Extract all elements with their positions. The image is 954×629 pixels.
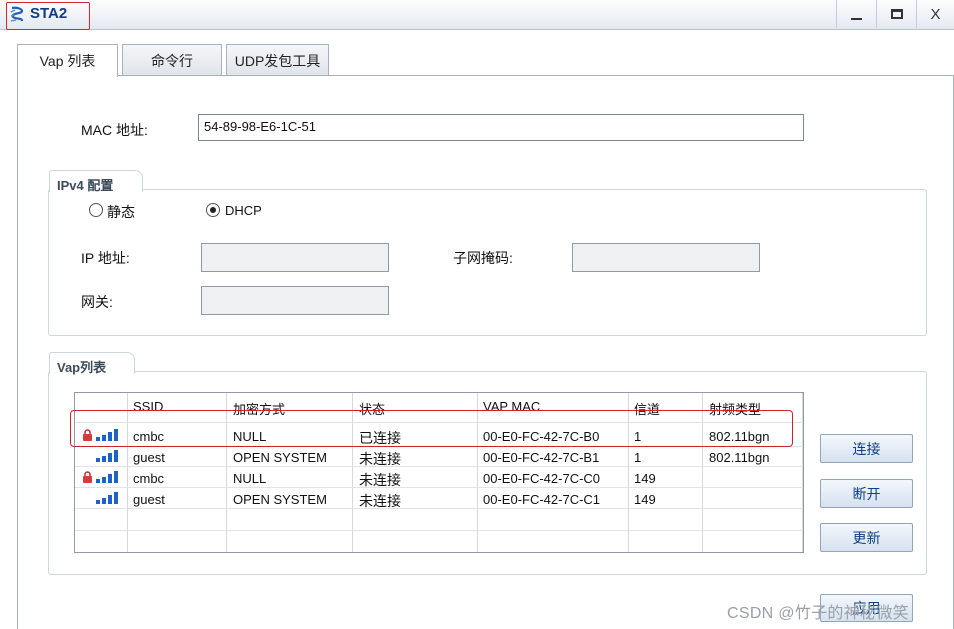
static-radio-label: 静态	[107, 204, 135, 220]
connect-button[interactable]: 连接	[820, 434, 913, 463]
cell-status: 未连接	[359, 472, 401, 488]
gateway-label: 网关:	[81, 294, 113, 310]
ip-address-field[interactable]	[201, 243, 389, 272]
minimize-icon	[851, 17, 862, 20]
cell-radio-type: 802.11bgn	[709, 450, 770, 465]
cell-status: 未连接	[359, 493, 401, 509]
ipv4-group-title: IPv4 配置	[49, 170, 143, 193]
gateway-field[interactable]	[201, 286, 389, 315]
cell-encryption: OPEN SYSTEM	[233, 450, 327, 465]
cell-vap-mac: 00-E0-FC-42-7C-C1	[483, 492, 601, 507]
cell-channel: 1	[634, 450, 642, 465]
cell-channel: 149	[634, 492, 656, 507]
signal-strength-icon	[96, 450, 118, 462]
cell-vap-mac: 00-E0-FC-42-7C-C0	[483, 471, 601, 486]
lock-icon	[83, 471, 92, 483]
cell-channel: 149	[634, 471, 656, 486]
signal-strength-icon	[96, 492, 118, 504]
static-radio[interactable]	[89, 203, 103, 217]
watermark: CSDN @竹子的神秘微笑	[727, 605, 909, 622]
cell-ssid: guest	[133, 492, 165, 507]
vap-group-title: Vap列表	[49, 352, 135, 375]
tab-vap-list[interactable]: Vap 列表	[17, 44, 118, 77]
signal-strength-icon	[96, 471, 118, 483]
maximize-icon	[890, 9, 903, 19]
subnet-mask-field[interactable]	[572, 243, 760, 272]
ip-address-label: IP 地址:	[81, 250, 130, 266]
dhcp-radio-label: DHCP	[225, 203, 262, 218]
app-icon	[10, 6, 24, 22]
subnet-mask-label: 子网掩码:	[453, 250, 513, 266]
cell-encryption: OPEN SYSTEM	[233, 492, 327, 507]
window-title: STA2	[30, 5, 68, 22]
cell-ssid: guest	[133, 450, 165, 465]
maximize-button[interactable]	[876, 0, 916, 28]
cell-ssid: cmbc	[133, 471, 165, 486]
cell-vap-mac: 00-E0-FC-42-7C-B1	[483, 450, 600, 465]
mac-label: MAC 地址:	[81, 122, 148, 138]
title-bar: STA2 X	[0, 0, 954, 30]
mac-address-field[interactable]: 54-89-98-E6-1C-51	[198, 114, 804, 141]
selected-row-highlight	[70, 410, 793, 447]
close-button[interactable]: X	[916, 0, 954, 28]
tab-udp-tool[interactable]: UDP发包工具	[226, 44, 329, 76]
cell-status: 未连接	[359, 451, 401, 467]
cell-encryption: NULL	[233, 471, 267, 486]
disconnect-button[interactable]: 断开	[820, 479, 913, 508]
tab-command-line[interactable]: 命令行	[122, 44, 222, 76]
dhcp-radio[interactable]	[206, 203, 220, 217]
minimize-button[interactable]	[836, 0, 876, 28]
refresh-button[interactable]: 更新	[820, 523, 913, 552]
